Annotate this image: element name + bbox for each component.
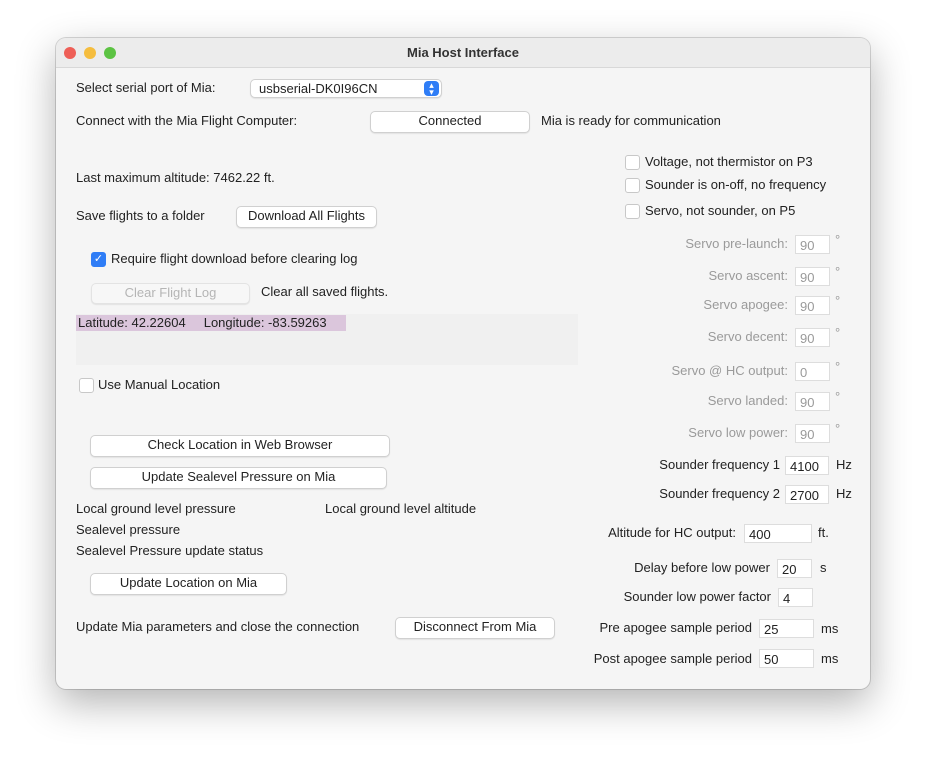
require-download-label: Require flight download before clearing …	[111, 251, 358, 266]
servo-label: Servo @ HC output:	[671, 363, 788, 378]
sounder-onoff-label: Sounder is on-off, no frequency	[645, 177, 827, 192]
freq2-field[interactable]: 2700	[785, 485, 829, 504]
degree-unit: °	[835, 359, 841, 374]
servo-label: Servo low power:	[688, 425, 788, 440]
ground-pressure-label: Local ground level pressure	[76, 501, 236, 516]
sealevel-label: Sealevel pressure	[76, 522, 181, 537]
minimize-button[interactable]	[84, 47, 96, 59]
sealevel-status: Sealevel Pressure update status	[76, 543, 264, 558]
update-location-button[interactable]: Update Location on Mia	[90, 573, 287, 595]
latitude: Latitude: 42.22604	[78, 315, 186, 330]
close-button[interactable]	[64, 47, 76, 59]
servo-apogee-field[interactable]: 90	[795, 296, 830, 315]
servo-label: Servo pre-launch:	[685, 236, 788, 251]
servo-ascent-field[interactable]: 90	[795, 267, 830, 286]
hz-unit: Hz	[836, 486, 852, 501]
connect-button[interactable]: Connected	[370, 111, 530, 133]
location-panel: Latitude: 42.22604 Longitude: -83.59263	[76, 314, 578, 365]
serial-port-select[interactable]: usbserial-DK0I96CN ▴ ▾	[250, 79, 442, 98]
require-download-checkbox[interactable]: ✓	[91, 252, 106, 267]
s-unit: s	[820, 560, 827, 575]
freq2-label: Sounder frequency 2	[659, 486, 780, 501]
pre-apogee-field[interactable]: 25	[759, 619, 814, 638]
sounder-onoff-checkbox[interactable]	[625, 178, 640, 193]
max-altitude: Last maximum altitude: 7462.22 ft.	[76, 170, 275, 185]
factor-field[interactable]: 4	[778, 588, 813, 607]
manual-location-label: Use Manual Location	[98, 377, 221, 392]
ms-unit: ms	[821, 651, 839, 666]
servo-label: Servo apogee:	[703, 297, 788, 312]
location-readout: Latitude: 42.22604 Longitude: -83.59263	[76, 315, 346, 331]
voltage-label: Voltage, not thermistor on P3	[645, 154, 813, 169]
pre-apogee-label: Pre apogee sample period	[599, 620, 753, 635]
servo-label: Servo ascent:	[708, 268, 789, 283]
longitude: Longitude: -83.59263	[203, 315, 327, 330]
servo-prelaunch-field[interactable]: 90	[795, 235, 830, 254]
hz-unit: Hz	[836, 457, 852, 472]
update-sealevel-button[interactable]: Update Sealevel Pressure on Mia	[90, 467, 387, 489]
delay-field[interactable]: 20	[777, 559, 812, 578]
servo-hc-field[interactable]: 0	[795, 362, 830, 381]
save-label: Save flights to a folder	[76, 208, 205, 223]
ms-unit: ms	[821, 621, 839, 636]
ground-altitude-label: Local ground level altitude	[325, 501, 477, 516]
hc-altitude-field[interactable]: 400	[744, 524, 812, 543]
window-title: Mia Host Interface	[407, 45, 519, 60]
clear-label: Clear all saved flights.	[261, 284, 389, 299]
post-apogee-field[interactable]: 50	[759, 649, 814, 668]
check-location-button[interactable]: Check Location in Web Browser	[90, 435, 390, 457]
degree-unit: °	[835, 325, 841, 340]
freq1-field[interactable]: 4100	[785, 456, 829, 475]
servo-lowpower-field[interactable]: 90	[795, 424, 830, 443]
zoom-button[interactable]	[104, 47, 116, 59]
manual-location-checkbox[interactable]	[79, 378, 94, 393]
download-all-flights-button[interactable]: Download All Flights	[236, 206, 377, 228]
connection-status: Mia is ready for communication	[541, 113, 721, 128]
servo-decent-field[interactable]: 90	[795, 328, 830, 347]
port-label: Select serial port of Mia:	[76, 80, 216, 95]
servo-p5-checkbox[interactable]	[625, 204, 640, 219]
degree-unit: °	[835, 389, 841, 404]
voltage-checkbox[interactable]	[625, 155, 640, 170]
serial-port-value: usbserial-DK0I96CN	[259, 81, 378, 96]
connect-label: Connect with the Mia Flight Computer:	[76, 113, 298, 128]
delay-label: Delay before low power	[634, 560, 770, 575]
servo-landed-field[interactable]: 90	[795, 392, 830, 411]
hc-altitude-label: Altitude for HC output:	[608, 525, 736, 540]
servo-label: Servo landed:	[707, 393, 788, 408]
ft-unit: ft.	[818, 525, 829, 540]
servo-label: Servo decent:	[707, 329, 788, 344]
title-bar: Mia Host Interface	[56, 38, 870, 68]
post-apogee-label: Post apogee sample period	[593, 651, 752, 666]
chevron-updown-icon: ▴ ▾	[424, 81, 439, 97]
update-params-label: Update Mia parameters and close the conn…	[76, 619, 360, 634]
degree-unit: °	[835, 264, 841, 279]
freq1-label: Sounder frequency 1	[659, 457, 780, 472]
degree-unit: °	[835, 232, 841, 247]
degree-unit: °	[835, 293, 841, 308]
degree-unit: °	[835, 421, 841, 436]
servo-p5-label: Servo, not sounder, on P5	[645, 203, 796, 218]
factor-label: Sounder low power factor	[623, 589, 771, 604]
clear-flight-log-button[interactable]: Clear Flight Log	[91, 283, 250, 304]
